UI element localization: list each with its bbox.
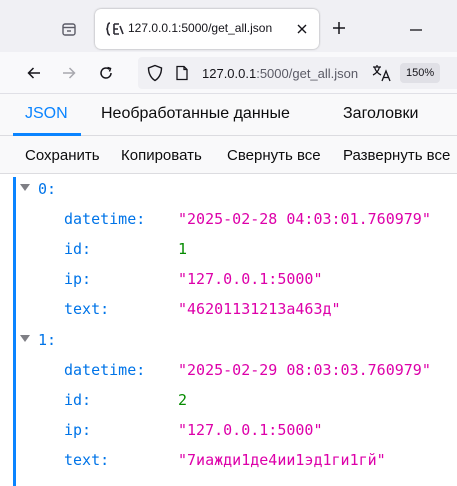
- back-button[interactable]: [20, 59, 48, 87]
- json-key: ip:: [64, 421, 92, 439]
- active-tab[interactable]: 127.0.0.1:5000/get_all.json: [95, 9, 319, 49]
- forward-arrow-icon: [63, 67, 76, 79]
- json-key: datetime:: [64, 210, 146, 228]
- tab-headers[interactable]: Заголовки: [343, 105, 418, 123]
- minimize-button[interactable]: [404, 18, 428, 42]
- json-tree: 0: datetime: "2025-02-28 04:03:01.760979…: [0, 174, 457, 486]
- forward-button[interactable]: [55, 59, 83, 87]
- json-key: text:: [64, 451, 110, 469]
- tab-raw-data[interactable]: Необработанные данные: [101, 105, 290, 123]
- json-string-value: "127.0.0.1:5000": [178, 270, 323, 288]
- tab-close-button[interactable]: [294, 21, 310, 37]
- reload-button[interactable]: [92, 59, 120, 87]
- save-button[interactable]: Сохранить: [25, 147, 100, 164]
- plus-icon: [333, 22, 345, 34]
- collapse-all-button[interactable]: Свернуть все: [227, 147, 321, 164]
- expand-all-button[interactable]: Развернуть все: [343, 147, 450, 164]
- url-bar[interactable]: 127.0.0.1:5000/get_all.json 150%: [138, 57, 457, 89]
- json-key: ip:: [64, 270, 92, 288]
- record-index: 1:: [38, 331, 57, 349]
- back-arrow-icon: [27, 67, 40, 79]
- json-number-value: 2: [178, 391, 188, 409]
- shield-icon[interactable]: [146, 64, 164, 82]
- json-key: datetime:: [64, 361, 146, 379]
- tab-strip: 127.0.0.1:5000/get_all.json: [0, 0, 457, 52]
- page-icon[interactable]: [174, 65, 190, 81]
- url-host: 127.0.0.1: [202, 66, 257, 81]
- close-icon: [297, 24, 307, 34]
- json-viewer-tabs: JSON Необработанные данные Заголовки: [0, 94, 457, 136]
- json-string-value: "2025-02-29 08:03:03.760979": [178, 361, 431, 379]
- json-string-value: "46201131213а463д": [178, 300, 341, 318]
- tab-json[interactable]: JSON: [25, 105, 68, 123]
- url-path: :5000/get_all.json: [256, 66, 359, 81]
- json-string-value: "2025-02-28 04:03:01.760979": [178, 210, 431, 228]
- new-tab-button[interactable]: [327, 16, 351, 40]
- json-toolbar: Сохранить Копировать Свернуть все Развер…: [0, 136, 457, 174]
- url-text[interactable]: 127.0.0.1:5000/get_all.json: [202, 66, 358, 81]
- json-viewer-favicon: [106, 22, 124, 36]
- tab-list-icon: [62, 23, 76, 36]
- json-key: text:: [64, 300, 110, 318]
- minimize-icon: [410, 29, 422, 31]
- json-key: id:: [64, 240, 92, 258]
- expand-triangle-icon[interactable]: [20, 184, 30, 191]
- selected-row-indicator: [13, 177, 16, 486]
- json-key: id:: [64, 391, 92, 409]
- translate-icon[interactable]: [372, 64, 392, 82]
- record-index: 0:: [38, 180, 57, 198]
- copy-button[interactable]: Копировать: [121, 147, 202, 164]
- reload-icon: [100, 66, 112, 79]
- json-string-value: "127.0.0.1:5000": [178, 421, 323, 439]
- tab-list-button[interactable]: [54, 14, 84, 44]
- tab-title: 127.0.0.1:5000/get_all.json: [128, 21, 273, 35]
- expand-triangle-icon[interactable]: [20, 335, 30, 342]
- json-number-value: 1: [178, 240, 188, 258]
- zoom-level-button[interactable]: 150%: [400, 63, 441, 83]
- nav-bar: 127.0.0.1:5000/get_all.json 150%: [0, 52, 457, 94]
- json-string-value: "7иажди1де4ии1эд1ги1гй": [178, 451, 386, 469]
